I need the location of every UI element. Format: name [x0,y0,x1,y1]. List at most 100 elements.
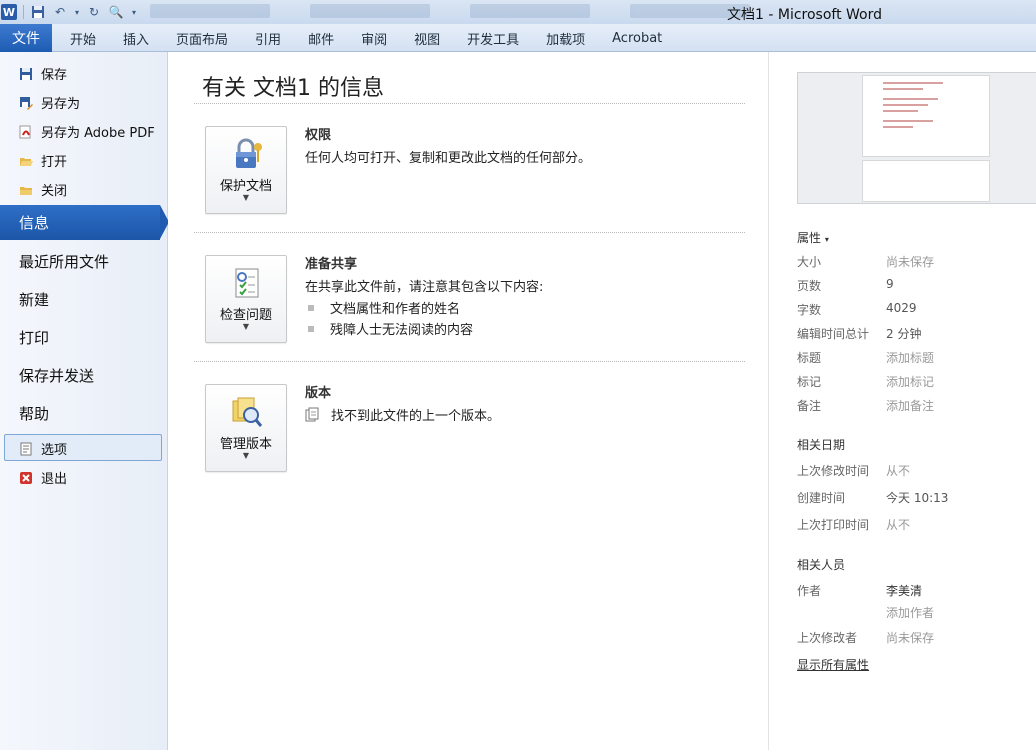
nav-save-and-send[interactable]: 保存并发送 [19,365,94,386]
document-thumbnail[interactable] [797,72,1036,204]
pdf-icon [18,124,34,140]
nav-recent[interactable]: 最近所用文件 [19,251,109,272]
nav-open-label: 打开 [41,155,68,170]
nav-save-as[interactable]: 另存为 [18,93,80,112]
property-label: 页数 [797,279,822,293]
page-title: 有关 文档1 的信息 [202,76,384,101]
nav-new[interactable]: 新建 [19,289,49,310]
exit-icon [18,470,34,486]
quick-access-toolbar: W ↶ ▾ ↻ 🔍 ▾ [0,2,138,22]
tab-developer[interactable]: 开发工具 [467,29,519,48]
nav-save-as-pdf[interactable]: 另存为 Adobe PDF [18,122,155,141]
window-title: 文档1 - Microsoft Word [727,7,883,23]
versions-text-row: 找不到此文件的上一个版本。 [305,405,500,424]
author-name[interactable]: 李美清 [886,582,922,599]
check-for-issues-label: 检查问题 [219,308,272,323]
tab-acrobat[interactable]: Acrobat [612,31,662,46]
nav-options-label: 选项 [41,443,68,458]
property-label: 大小 [797,255,822,269]
background-tab [310,4,430,18]
related-dates-header: 相关日期 [797,438,846,452]
save-icon[interactable] [30,4,46,20]
lock-icon [230,137,264,171]
tab-review[interactable]: 审阅 [361,29,387,48]
thumbnail-text-line [883,126,913,128]
manage-versions-label: 管理版本 [219,437,272,452]
tab-references[interactable]: 引用 [255,29,281,48]
dropdown-arrow-icon[interactable]: ▾ [74,4,80,20]
background-tab [470,4,590,18]
author-label: 作者 [797,584,822,598]
manage-versions-button[interactable]: 管理版本 ▼ [205,384,287,472]
property-label: 编辑时间总计 [797,327,870,341]
date-value: 从不 [886,518,911,532]
bullet-square [308,325,314,332]
versions-icon [230,395,264,429]
undo-icon[interactable]: ↶ [52,4,68,20]
properties-pane: 属性 ▾ 大小 尚未保存 页数 9 字数 4029 编辑时间总计 2 分钟 标题… [768,52,1036,750]
property-value: 4029 [886,301,917,315]
print-preview-icon[interactable]: 🔍 [108,4,124,20]
add-title-field[interactable]: 添加标题 [886,349,934,366]
tab-view[interactable]: 视图 [414,29,440,48]
ribbon-tabs: 开始 插入 页面布局 引用 邮件 审阅 视图 开发工具 加载项 Acrobat [70,24,689,52]
thumbnail-text-line [883,110,918,112]
property-value: 2 分钟 [886,327,922,341]
divider [194,232,745,233]
nav-options[interactable]: 选项 [18,439,67,458]
tab-file[interactable]: 文件 [0,24,52,52]
divider [194,361,745,362]
thumbnail-text-line [883,98,938,100]
customize-qat-icon[interactable]: ▾ [130,4,138,20]
tab-add-ins[interactable]: 加载项 [546,29,585,48]
nav-save[interactable]: 保存 [18,64,67,83]
redo-icon[interactable]: ↻ [86,4,102,20]
show-all-properties-link[interactable]: 显示所有属性 [797,656,869,673]
list-item: 文档属性和作者的姓名 [308,298,460,317]
last-modified-by-label: 上次修改者 [797,631,858,645]
add-tags-field[interactable]: 添加标记 [886,373,934,390]
properties-dropdown[interactable]: 属性 ▾ [797,229,829,246]
property-value: 9 [886,277,894,291]
document-versions-icon [305,407,321,423]
nav-save-label: 保存 [41,68,68,83]
title-bar: W ↶ ▾ ↻ 🔍 ▾ 文档1 - Microsoft Word [0,0,1036,24]
list-item-text: 残障人士无法阅读的内容 [330,323,474,338]
background-tab [150,4,270,18]
date-label: 上次修改时间 [797,464,870,478]
sharing-title: 准备共享 [305,257,358,272]
nav-info[interactable]: 信息 [0,205,160,240]
nav-save-as-pdf-label: 另存为 Adobe PDF [41,126,155,141]
permissions-text: 任何人均可打开、复制和更改此文档的任何部分。 [305,151,592,166]
sharing-text: 在共享此文件前，请注意其包含以下内容: [305,280,544,295]
tab-page-layout[interactable]: 页面布局 [176,29,228,48]
word-app-icon[interactable]: W [1,4,17,20]
nav-exit[interactable]: 退出 [18,468,67,487]
tab-insert[interactable]: 插入 [123,29,149,48]
date-value: 今天 10:13 [886,491,949,505]
tab-home[interactable]: 开始 [70,29,96,48]
backstage-nav: 保存 另存为 另存为 Adobe PDF 打开 关闭 信息 最近所用文件 新建 … [0,52,169,750]
thumbnail-text-line [883,104,928,106]
qat-separator [23,5,24,19]
check-for-issues-button[interactable]: 检查问题 ▼ [205,255,287,343]
bullet-square [308,304,314,311]
property-value: 尚未保存 [886,255,935,269]
add-comments-field[interactable]: 添加备注 [886,397,934,414]
nav-help[interactable]: 帮助 [19,403,49,424]
dropdown-arrow-icon: ▼ [242,322,250,331]
checklist-icon [230,266,264,300]
protect-document-button[interactable]: 保护文档 ▼ [205,126,287,214]
nav-close-label: 关闭 [41,184,68,199]
nav-print[interactable]: 打印 [19,327,49,348]
protect-document-label: 保护文档 [219,179,272,194]
nav-close[interactable]: 关闭 [18,180,67,199]
property-label: 标记 [797,375,822,389]
tab-mailings[interactable]: 邮件 [308,29,334,48]
versions-text: 找不到此文件的上一个版本。 [331,409,501,424]
list-item-text: 文档属性和作者的姓名 [330,302,461,317]
add-author-field[interactable]: 添加作者 [886,604,934,621]
save-as-icon [18,95,34,111]
options-icon [18,441,34,457]
nav-open[interactable]: 打开 [18,151,67,170]
